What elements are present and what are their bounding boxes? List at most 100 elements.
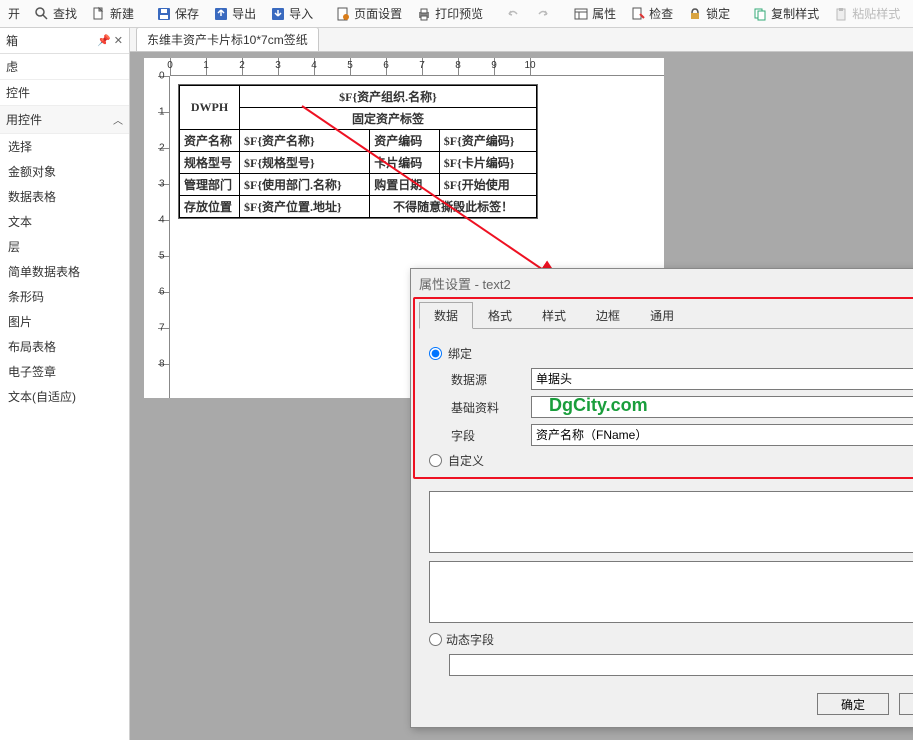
sidebar-item[interactable]: 数据表格	[0, 184, 129, 209]
dialog-tabs: 数据 格式 样式 边框 通用	[419, 301, 913, 329]
value-cell[interactable]: $F{使用部门.名称}	[240, 174, 370, 196]
copy-style-button[interactable]: 复制样式	[746, 3, 825, 24]
inspect-button[interactable]: 检查	[624, 3, 679, 24]
open-label: 开	[8, 5, 20, 22]
controls-row[interactable]: 控件	[0, 80, 129, 106]
undo-button[interactable]	[499, 4, 527, 24]
sidebar-item[interactable]: 图片	[0, 309, 129, 334]
props-icon	[573, 6, 589, 22]
file-new-icon	[91, 6, 107, 22]
redo-icon	[535, 6, 551, 22]
title-cell[interactable]: 固定资产标签	[240, 108, 537, 130]
label-cell[interactable]: 管理部门	[180, 174, 240, 196]
group-label: 用控件	[6, 111, 42, 128]
brand-cell[interactable]: DWPH	[180, 86, 240, 130]
value-cell[interactable]: $F{资产编码}	[439, 130, 536, 152]
open-button[interactable]: 开	[2, 3, 26, 24]
import-button[interactable]: 导入	[264, 3, 319, 24]
sidebar-item[interactable]: 电子签章	[0, 359, 129, 384]
tab-general[interactable]: 通用	[635, 302, 689, 329]
custom-radio[interactable]	[429, 454, 442, 467]
custom-textarea-2[interactable]	[429, 561, 913, 623]
field-select[interactable]: 资产名称（FName）	[531, 424, 913, 446]
paste-style-button[interactable]: 粘贴样式	[827, 3, 906, 24]
save-button[interactable]: 保存	[150, 3, 205, 24]
tab-data[interactable]: 数据	[419, 302, 473, 329]
lock-icon	[687, 6, 703, 22]
custom-textarea[interactable]	[429, 491, 913, 553]
custom-radio-row[interactable]: 自定义	[429, 452, 913, 469]
export-label: 导出	[232, 5, 256, 22]
chevron-up-icon: ︿	[113, 112, 123, 127]
tab-style[interactable]: 样式	[527, 302, 581, 329]
tab-format[interactable]: 格式	[473, 302, 527, 329]
copy-style-icon	[752, 6, 768, 22]
inspect-icon	[630, 6, 646, 22]
lock-button[interactable]: 锁定	[681, 3, 736, 24]
label-cell[interactable]: 资产名称	[180, 130, 240, 152]
find-button[interactable]: 查找	[28, 3, 83, 24]
horizontal-ruler: 012345678910	[170, 58, 664, 76]
redo-button[interactable]	[529, 4, 557, 24]
datasource-select[interactable]: 单据头	[531, 368, 913, 390]
cancel-button[interactable]: 取消	[899, 693, 913, 715]
value-cell[interactable]: $F{卡片编码}	[439, 152, 536, 174]
base-select[interactable]	[531, 396, 913, 418]
dynamic-radio-row[interactable]: 动态字段	[429, 631, 913, 648]
sidebar-item[interactable]: 布局表格	[0, 334, 129, 359]
sidebar-item[interactable]: 条形码	[0, 284, 129, 309]
sidebar-item[interactable]: 文本(自适应)	[0, 384, 129, 409]
label-cell[interactable]: 存放位置	[180, 196, 240, 218]
new-label: 新建	[110, 5, 134, 22]
value-cell[interactable]: $F{资产位置.地址}	[240, 196, 370, 218]
filter-row[interactable]: 虑	[0, 54, 129, 80]
export-button[interactable]: 导出	[207, 3, 262, 24]
document-tab[interactable]: 东维丰资产卡片标10*7cm签纸	[136, 28, 319, 51]
tab-border[interactable]: 边框	[581, 302, 635, 329]
label-cell[interactable]: 购置日期	[370, 174, 440, 196]
sidebar-item[interactable]: 层	[0, 234, 129, 259]
ok-button[interactable]: 确定	[817, 693, 889, 715]
dialog-titlebar[interactable]: 属性设置 - text2 ✕	[411, 269, 913, 297]
undo-icon	[505, 6, 521, 22]
warn-cell[interactable]: 不得随意撕毁此标签！	[370, 196, 537, 218]
form-section: 绑定 数据源 单据头 基础资料 字段 资产名称（FName）	[419, 337, 913, 483]
dynamic-radio[interactable]	[429, 633, 442, 646]
new-button[interactable]: 新建	[85, 3, 140, 24]
value-cell[interactable]: $F{开始使用	[439, 174, 536, 196]
page-setup-label: 页面设置	[354, 5, 402, 22]
page-setup-icon	[335, 6, 351, 22]
sidebar-item[interactable]: 金额对象	[0, 159, 129, 184]
label-cell[interactable]: 资产编码	[370, 130, 440, 152]
bind-label: 绑定	[448, 345, 472, 362]
inspect-label: 检查	[649, 5, 673, 22]
label-cell[interactable]: 规格型号	[180, 152, 240, 174]
field-label: 字段	[451, 427, 521, 444]
properties-dialog: 属性设置 - text2 ✕ 数据 格式 样式 边框 通用 绑定	[410, 268, 913, 728]
toolbox-header: 箱 📌 ✕	[0, 28, 129, 54]
design-page[interactable]: DWPH $F{资产组织.名称} 固定资产标签 资产名称 $F{资产名称} 资产…	[178, 84, 538, 219]
sidebar-item[interactable]: 文本	[0, 209, 129, 234]
copy-style-label: 复制样式	[771, 5, 819, 22]
find-label: 查找	[53, 5, 77, 22]
value-cell[interactable]: $F{资产名称}	[240, 130, 370, 152]
sidebar-item[interactable]: 选择	[0, 134, 129, 159]
dynamic-label: 动态字段	[446, 631, 494, 648]
org-cell[interactable]: $F{资产组织.名称}	[240, 86, 537, 108]
control-group[interactable]: 用控件 ︿	[0, 106, 129, 134]
page-setup-button[interactable]: 页面设置	[329, 3, 408, 24]
import-label: 导入	[289, 5, 313, 22]
asset-label-table: DWPH $F{资产组织.名称} 固定资产标签 资产名称 $F{资产名称} 资产…	[179, 85, 537, 218]
value-cell[interactable]: $F{规格型号}	[240, 152, 370, 174]
props-button[interactable]: 属性	[567, 3, 622, 24]
paste-style-icon	[833, 6, 849, 22]
datasource-label: 数据源	[451, 371, 521, 388]
dynamic-input[interactable]	[449, 654, 913, 676]
sidebar-item[interactable]: 简单数据表格	[0, 259, 129, 284]
pin-icon[interactable]: 📌 ✕	[97, 34, 123, 47]
search-icon	[34, 6, 50, 22]
bind-radio[interactable]	[429, 347, 442, 360]
bind-radio-row[interactable]: 绑定	[429, 345, 913, 362]
print-preview-button[interactable]: 打印预览	[410, 3, 489, 24]
label-cell[interactable]: 卡片编码	[370, 152, 440, 174]
